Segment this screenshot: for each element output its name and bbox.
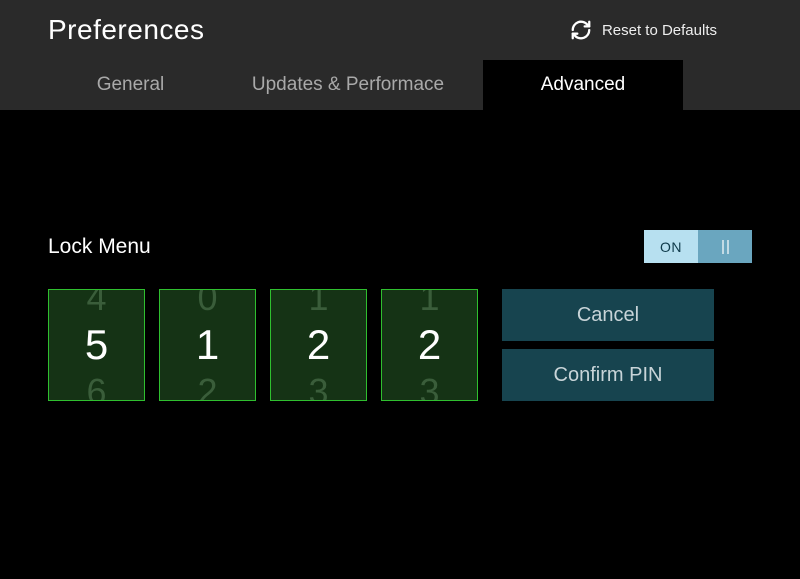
content-area: Lock Menu ON 4 5 6 0 1 2 1 2 3 1 2 3 bbox=[0, 110, 800, 401]
pin-digit-value: 1 bbox=[196, 324, 219, 366]
close-button[interactable] bbox=[762, 17, 770, 43]
tab-general[interactable]: General bbox=[48, 60, 213, 110]
tab-updates-performance[interactable]: Updates & Performace bbox=[213, 60, 483, 110]
lock-menu-toggle[interactable]: ON bbox=[644, 230, 752, 263]
pin-digit-4[interactable]: 1 2 3 bbox=[381, 289, 478, 401]
pin-digit-value: 5 bbox=[85, 324, 108, 366]
reset-icon bbox=[570, 19, 592, 41]
toggle-on-label: ON bbox=[644, 230, 698, 263]
lock-menu-row: Lock Menu ON bbox=[48, 230, 752, 263]
reset-defaults-button[interactable]: Reset to Defaults bbox=[570, 19, 717, 41]
tab-bar: General Updates & Performace Advanced bbox=[0, 60, 800, 110]
pin-digit-below: 6 bbox=[49, 374, 144, 401]
pin-digit-1[interactable]: 4 5 6 bbox=[48, 289, 145, 401]
confirm-pin-button[interactable]: Confirm PIN bbox=[502, 349, 714, 401]
lock-menu-label: Lock Menu bbox=[48, 235, 151, 259]
pin-digit-value: 2 bbox=[418, 324, 441, 366]
pin-digit-above: 1 bbox=[382, 289, 477, 316]
pin-digit-3[interactable]: 1 2 3 bbox=[270, 289, 367, 401]
reset-defaults-label: Reset to Defaults bbox=[602, 22, 717, 39]
pin-digit-above: 4 bbox=[49, 289, 144, 316]
pin-digit-below: 3 bbox=[271, 374, 366, 401]
header-bar: Preferences Reset to Defaults bbox=[0, 0, 800, 60]
pin-entry-area: 4 5 6 0 1 2 1 2 3 1 2 3 Cancel Confirm P… bbox=[48, 289, 752, 401]
pin-digit-below: 3 bbox=[382, 374, 477, 401]
tab-advanced[interactable]: Advanced bbox=[483, 60, 683, 110]
pin-digit-below: 2 bbox=[160, 374, 255, 401]
cancel-button[interactable]: Cancel bbox=[502, 289, 714, 341]
toggle-handle-icon bbox=[698, 230, 752, 263]
pin-digit-above: 1 bbox=[271, 289, 366, 316]
pin-digit-value: 2 bbox=[307, 324, 330, 366]
page-title: Preferences bbox=[48, 14, 204, 46]
pin-action-buttons: Cancel Confirm PIN bbox=[502, 289, 714, 401]
pin-digit-2[interactable]: 0 1 2 bbox=[159, 289, 256, 401]
pin-digit-above: 0 bbox=[160, 289, 255, 316]
